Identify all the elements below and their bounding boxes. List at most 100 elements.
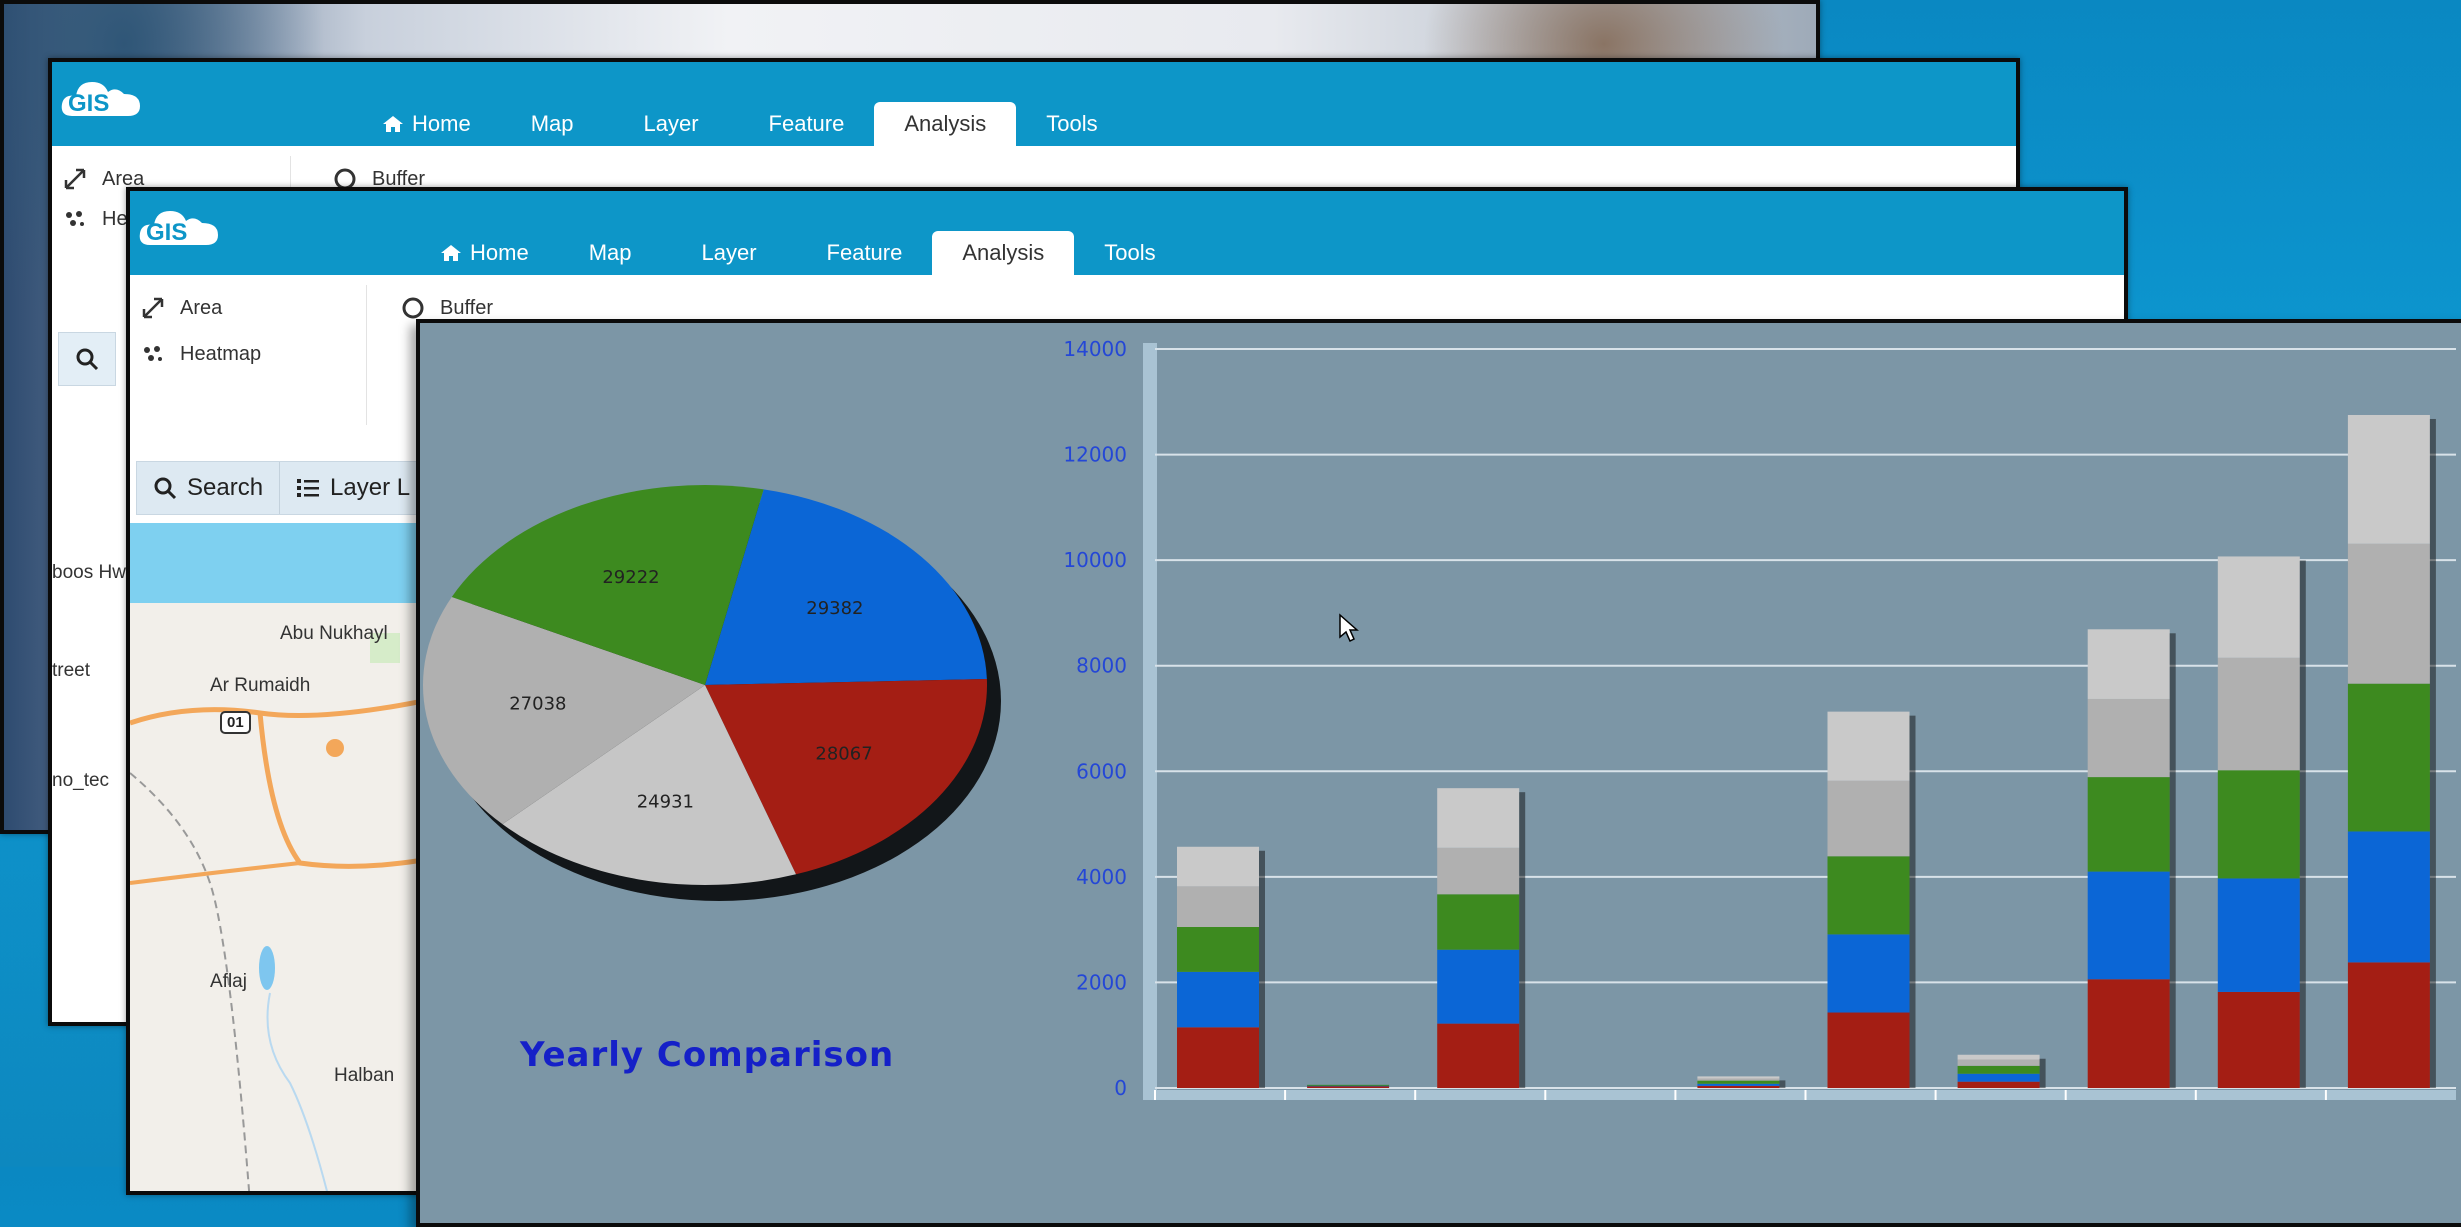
pie-slice-label: 28067: [815, 743, 872, 764]
home-icon: [383, 116, 403, 132]
y-tick-label: 14000: [1063, 337, 1127, 361]
bar-segment: [2217, 556, 2300, 658]
y-tick-label: 2000: [1076, 970, 1127, 994]
search-button[interactable]: Search: [137, 462, 281, 514]
tab-map[interactable]: Map: [559, 231, 662, 275]
tab-label: Home: [470, 240, 529, 265]
buffer-icon: [402, 297, 424, 319]
bar-segment: [1957, 1073, 2040, 1082]
y-tick-label: 8000: [1076, 654, 1127, 678]
bar-segment: [2347, 683, 2430, 832]
search-button[interactable]: [58, 332, 116, 386]
bar-segment: [1697, 1083, 1780, 1086]
bar-segment: [2347, 414, 2430, 544]
tab-layer[interactable]: Layer: [661, 231, 796, 275]
x-axis-bar: [1143, 1090, 2456, 1100]
list-icon: [297, 479, 320, 497]
map-label-abu-nukhayl: Abu Nukhayl: [280, 623, 388, 644]
top-bar: GIS Home Map Layer Feature Analysis Tool…: [130, 191, 2124, 275]
bar-segment: [2217, 991, 2300, 1088]
mouse-cursor-icon: [1339, 613, 1359, 643]
bar-segment: [2347, 831, 2430, 963]
bar-segment: [1437, 788, 1520, 848]
resize-icon: [64, 168, 86, 190]
bar-segment: [1697, 1078, 1780, 1081]
bar-segment: [1437, 949, 1520, 1024]
tab-home[interactable]: Home: [410, 231, 559, 275]
bar-segment: [1957, 1081, 2040, 1088]
tab-tools[interactable]: Tools: [1016, 102, 1127, 146]
pie-chart-title: Yearly Comparison: [520, 1035, 895, 1075]
tab-bar: Home Map Layer Feature Analysis Tools: [410, 231, 1186, 275]
bar-shadow: [1519, 792, 1526, 1088]
bar-segment: [1177, 927, 1259, 972]
buffer-label: Buffer: [440, 296, 493, 319]
tab-label: Home: [412, 111, 471, 136]
search-icon: [154, 477, 177, 500]
gis-logo[interactable]: GIS: [60, 72, 144, 126]
heatmap-label: Heatmap: [180, 342, 262, 365]
tab-layer[interactable]: Layer: [603, 102, 738, 146]
bar-segment: [1697, 1080, 1780, 1084]
bar-segment: [1827, 856, 1910, 935]
heatmap-tool[interactable]: Heatmap: [140, 341, 261, 367]
bar-segment: [2347, 543, 2430, 684]
bar-segment: [1307, 1084, 1390, 1086]
bar-shadow: [2299, 560, 2306, 1088]
chart-panel: 29382 28067 24931 27038 29222 0 2000 4000 6000 80…: [416, 319, 2461, 1227]
tab-map[interactable]: Map: [501, 102, 604, 146]
map-label-ar-rumaidh: Ar Rumaidh: [210, 675, 311, 696]
tab-analysis[interactable]: Analysis: [874, 102, 1017, 146]
bar-segment: [1827, 711, 1910, 781]
search-icon: [76, 348, 99, 371]
logo-text: GIS: [68, 90, 110, 117]
bar-segment: [1437, 1023, 1520, 1088]
logo-text: GIS: [146, 219, 188, 246]
tab-analysis[interactable]: Analysis: [932, 231, 1075, 275]
y-tick-label: 0: [1114, 1076, 1127, 1100]
bar-segment: [2087, 698, 2170, 778]
buffer-tool[interactable]: Buffer: [400, 295, 493, 321]
tab-tools[interactable]: Tools: [1074, 231, 1185, 275]
bar-shadow: [1779, 1080, 1786, 1088]
gis-logo[interactable]: GIS: [138, 201, 222, 255]
bar-segment: [1177, 971, 1259, 1028]
bar-segment: [2087, 979, 2170, 1088]
y-tick-label: 12000: [1063, 443, 1127, 467]
map-view[interactable]: Abu Nukhayl Ar Rumaidh 01 Aflaj Halban: [130, 523, 460, 1191]
pie-slice-label: 29382: [806, 598, 863, 619]
top-bar: GIS Home Map Layer Feature Analysis Tool…: [52, 62, 2016, 146]
ribbon-divider: [366, 285, 367, 425]
bar-segment: [2087, 629, 2170, 699]
area-tool[interactable]: Area: [140, 295, 222, 321]
tab-home[interactable]: Home: [352, 102, 501, 146]
bar-segment: [1697, 1076, 1780, 1079]
pie-slice-label: 29222: [602, 567, 659, 588]
bar-segment: [1697, 1085, 1780, 1088]
y-tick-label: 10000: [1063, 548, 1127, 572]
tab-feature[interactable]: Feature: [739, 102, 875, 146]
bar-segment: [1437, 847, 1520, 895]
bar-segment: [1957, 1065, 2040, 1074]
map-toolbar: Search Layer L: [136, 461, 429, 515]
bar-shadow: [2169, 633, 2176, 1088]
layer-list-button[interactable]: Layer L: [280, 462, 428, 514]
map-label-boos: boos Hw: [52, 562, 126, 583]
search-label: Search: [187, 474, 264, 501]
bar-segment: [1827, 934, 1910, 1013]
bar-segment: [1957, 1054, 2040, 1060]
home-icon: [441, 245, 461, 261]
map-label-halban: Halban: [334, 1065, 395, 1086]
bar-shadow: [2039, 1058, 2046, 1088]
map-label-aflaj: Aflaj: [210, 971, 247, 992]
bar-shadow: [1259, 850, 1265, 1088]
bar-segment: [1827, 1012, 1910, 1088]
y-tick-label: 4000: [1076, 865, 1127, 889]
bar-segment: [1827, 780, 1910, 857]
y-tick-label: 6000: [1076, 759, 1127, 783]
tab-feature[interactable]: Feature: [797, 231, 933, 275]
y-axis-bar: [1143, 343, 1157, 1098]
bar-segment: [1957, 1059, 2040, 1066]
bar-segment: [2217, 770, 2300, 879]
pie-slice-label: 27038: [509, 694, 566, 715]
